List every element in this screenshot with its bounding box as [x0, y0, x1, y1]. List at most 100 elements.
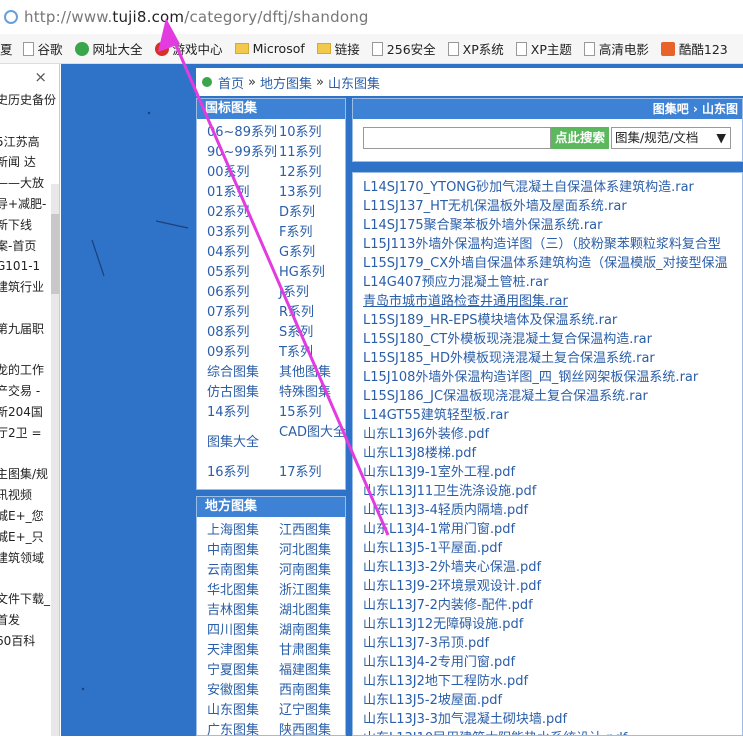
- bookmark-microsoft[interactable]: Microsof: [234, 41, 305, 56]
- local-atlas-link[interactable]: 西南图集: [279, 681, 351, 701]
- history-item[interactable]: 史历史备份: [0, 90, 59, 111]
- atlas-series-link[interactable]: 图集大全: [207, 423, 279, 463]
- file-link[interactable]: L11SJ137_HT无机保温板外墙及屋面系统.rar: [363, 197, 742, 216]
- history-item[interactable]: [0, 111, 59, 132]
- atlas-series-link[interactable]: 01系列: [207, 183, 279, 203]
- file-link[interactable]: L14SJ170_YTONG砂加气混凝土自保温体系建筑构造.rar: [363, 178, 742, 197]
- address-bar[interactable]: http://www.tuji8.com/category/dftj/shand…: [0, 0, 743, 34]
- file-link[interactable]: 山东L13J11卫生洗涤设施.pdf: [363, 482, 742, 501]
- local-atlas-link[interactable]: 广东图集: [207, 721, 279, 741]
- bookmark-google[interactable]: 谷歌: [22, 39, 63, 58]
- file-link[interactable]: 山东L13J3-4轻质内隔墙.pdf: [363, 501, 742, 520]
- bookmark-256[interactable]: 256安全: [371, 39, 436, 58]
- search-input[interactable]: [363, 127, 551, 149]
- atlas-series-link[interactable]: 08系列: [207, 323, 279, 343]
- atlas-series-link[interactable]: G系列: [279, 243, 351, 263]
- search-button[interactable]: 点此搜索: [551, 127, 609, 149]
- local-atlas-link[interactable]: 甘肃图集: [279, 641, 351, 661]
- atlas-series-link[interactable]: 特殊图集: [279, 383, 351, 403]
- atlas-series-link[interactable]: D系列: [279, 203, 351, 223]
- close-icon[interactable]: ×: [34, 68, 47, 86]
- atlas-series-link[interactable]: 17系列: [279, 463, 351, 483]
- history-item[interactable]: 新闻 达: [0, 152, 59, 173]
- atlas-series-link[interactable]: 06系列: [207, 283, 279, 303]
- file-link[interactable]: 山东L13J8楼梯.pdf: [363, 444, 742, 463]
- bookmark-xp-theme[interactable]: XP主题: [515, 39, 572, 58]
- file-link[interactable]: 山东L13J7-3吊顶.pdf: [363, 634, 742, 653]
- file-link[interactable]: L15SJ185_HD外模板现浇混凝土复合保温系统.rar: [363, 349, 742, 368]
- local-atlas-link[interactable]: 云南图集: [207, 561, 279, 581]
- url-text[interactable]: http://www.tuji8.com/category/dftj/shand…: [24, 8, 369, 26]
- atlas-series-link[interactable]: 仿古图集: [207, 383, 279, 403]
- atlas-series-link[interactable]: 03系列: [207, 223, 279, 243]
- bookmark-urls[interactable]: 网址大全: [74, 39, 143, 58]
- local-atlas-link[interactable]: 吉林图集: [207, 601, 279, 621]
- file-link[interactable]: 青岛市城市道路检查井通用图集.rar: [363, 292, 742, 311]
- breadcrumb-home[interactable]: 首页: [218, 73, 244, 92]
- file-link[interactable]: 山东L13J3-2外墙夹心保温.pdf: [363, 558, 742, 577]
- atlas-series-link[interactable]: 其他图集: [279, 363, 351, 383]
- file-link[interactable]: 山东L13J3-3加气混凝土砌块墙.pdf: [363, 710, 742, 729]
- file-link[interactable]: 山东L13J12无障碍设施.pdf: [363, 615, 742, 634]
- bookmark-kuku[interactable]: 酷酷123: [660, 39, 728, 58]
- local-atlas-link[interactable]: 天津图集: [207, 641, 279, 661]
- file-link[interactable]: 山东L13J4-1常用门窗.pdf: [363, 520, 742, 539]
- atlas-series-link[interactable]: 90~99系列: [207, 143, 279, 163]
- file-link[interactable]: 山东L13J10民用建筑太阳能热水系统设计.pdf: [363, 729, 742, 735]
- local-atlas-link[interactable]: 四川图集: [207, 621, 279, 641]
- local-atlas-link[interactable]: 安徽图集: [207, 681, 279, 701]
- atlas-series-link[interactable]: 11系列: [279, 143, 351, 163]
- file-link[interactable]: 山东L13J9-2环境景观设计.pdf: [363, 577, 742, 596]
- breadcrumb-shandong[interactable]: 山东图集: [328, 73, 380, 92]
- file-link[interactable]: 山东L13J7-2内装修-配件.pdf: [363, 596, 742, 615]
- atlas-series-link[interactable]: 12系列: [279, 163, 351, 183]
- file-link[interactable]: 山东L13J2地下工程防水.pdf: [363, 672, 742, 691]
- bookmark-links[interactable]: 链接: [316, 39, 360, 58]
- file-link[interactable]: 山东L13J5-2坡屋面.pdf: [363, 691, 742, 710]
- file-link[interactable]: L15SJ186_JC保温板现浇混凝土复合保温系统.rar: [363, 387, 742, 406]
- atlas-series-link[interactable]: 04系列: [207, 243, 279, 263]
- atlas-series-link[interactable]: 综合图集: [207, 363, 279, 383]
- atlas-series-link[interactable]: 00系列: [207, 163, 279, 183]
- file-link[interactable]: L14SJ175聚合聚苯板外墙外保温系统.rar: [363, 216, 742, 235]
- local-atlas-link[interactable]: 中南图集: [207, 541, 279, 561]
- file-link[interactable]: L14G407预应力混凝土管桩.rar: [363, 273, 742, 292]
- atlas-series-link[interactable]: J系列: [279, 283, 351, 303]
- atlas-series-link[interactable]: 10系列: [279, 123, 351, 143]
- atlas-series-link[interactable]: 09系列: [207, 343, 279, 363]
- local-atlas-link[interactable]: 福建图集: [279, 661, 351, 681]
- local-atlas-link[interactable]: 上海图集: [207, 521, 279, 541]
- file-link[interactable]: L15SJ180_CT外模板现浇混凝土复合保温构造.rar: [363, 330, 742, 349]
- atlas-series-link[interactable]: HG系列: [279, 263, 351, 283]
- search-type-select[interactable]: 图集/规范/文档 ▼: [611, 127, 731, 149]
- atlas-series-link[interactable]: 07系列: [207, 303, 279, 323]
- atlas-series-link[interactable]: S系列: [279, 323, 351, 343]
- local-atlas-link[interactable]: 江西图集: [279, 521, 351, 541]
- atlas-series-link[interactable]: 05系列: [207, 263, 279, 283]
- breadcrumb-local-atlas[interactable]: 地方图集: [260, 73, 312, 92]
- bookmark-games[interactable]: 游戏中心: [154, 39, 223, 58]
- file-link[interactable]: L15SJ189_HR-EPS模块墙体及保温系统.rar: [363, 311, 742, 330]
- atlas-series-link[interactable]: 16系列: [207, 463, 279, 483]
- file-link[interactable]: L15SJ179_CX外墙自保温体系建筑构造（保温模版_对接型保温: [363, 254, 742, 273]
- file-link[interactable]: L14GT55建筑轻型板.rar: [363, 406, 742, 425]
- local-atlas-link[interactable]: 辽宁图集: [279, 701, 351, 721]
- file-link[interactable]: 山东L13J4-2专用门窗.pdf: [363, 653, 742, 672]
- atlas-series-link[interactable]: 14系列: [207, 403, 279, 423]
- bookmark-xp-system[interactable]: XP系统: [447, 39, 504, 58]
- atlas-series-link[interactable]: F系列: [279, 223, 351, 243]
- local-atlas-link[interactable]: 宁夏图集: [207, 661, 279, 681]
- file-link[interactable]: 山东L13J5-1平屋面.pdf: [363, 539, 742, 558]
- bookmark-partial[interactable]: 夏: [0, 39, 13, 58]
- file-link[interactable]: 山东L13J6外装修.pdf: [363, 425, 742, 444]
- atlas-series-link[interactable]: 02系列: [207, 203, 279, 223]
- local-atlas-link[interactable]: 湖南图集: [279, 621, 351, 641]
- atlas-series-link[interactable]: R系列: [279, 303, 351, 323]
- local-atlas-link[interactable]: 陕西图集: [279, 721, 351, 741]
- local-atlas-link[interactable]: 河北图集: [279, 541, 351, 561]
- local-atlas-link[interactable]: 浙江图集: [279, 581, 351, 601]
- file-link[interactable]: L15J108外墙外保温构造详图_四_钢丝网架板保温系统.rar: [363, 368, 742, 387]
- atlas-series-link[interactable]: 13系列: [279, 183, 351, 203]
- local-atlas-link[interactable]: 山东图集: [207, 701, 279, 721]
- atlas-series-link[interactable]: T系列: [279, 343, 351, 363]
